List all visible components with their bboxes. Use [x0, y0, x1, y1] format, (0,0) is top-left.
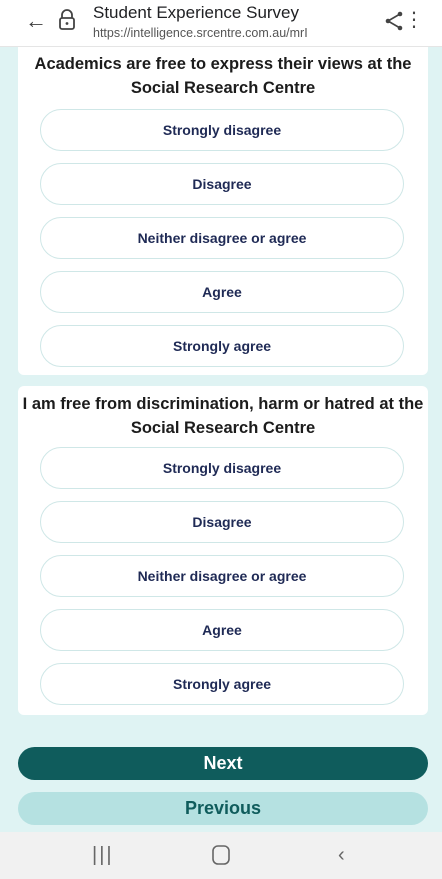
question-text: Academics are free to express their view…: [34, 55, 412, 97]
previous-button[interactable]: Previous: [18, 792, 428, 825]
share-icon[interactable]: [383, 10, 405, 32]
system-nav-bar: ||| ‹: [0, 832, 442, 879]
option-strongly-disagree[interactable]: Strongly disagree: [40, 109, 404, 151]
option-strongly-agree[interactable]: Strongly agree: [40, 325, 404, 367]
option-disagree[interactable]: Disagree: [40, 163, 404, 205]
url-bar[interactable]: https://intelligence.srcentre.com.au/mrI: [93, 26, 346, 40]
browser-toolbar: ← Student Experience Survey https://inte…: [0, 0, 442, 47]
lock-icon[interactable]: [57, 8, 77, 32]
back-arrow-icon[interactable]: ←: [25, 10, 47, 32]
option-neither[interactable]: Neither disagree or agree: [40, 217, 404, 259]
question-card-1: Academics are free to express their view…: [18, 47, 428, 375]
option-neither[interactable]: Neither disagree or agree: [40, 555, 404, 597]
more-vert-icon[interactable]: ⋮: [404, 8, 424, 32]
option-strongly-agree[interactable]: Strongly agree: [40, 663, 404, 705]
option-agree[interactable]: Agree: [40, 609, 404, 651]
next-button[interactable]: Next: [18, 747, 428, 780]
nav-back-icon[interactable]: ‹: [338, 844, 345, 866]
option-strongly-disagree[interactable]: Strongly disagree: [40, 447, 404, 489]
question-text: I am free from discrimination, harm or h…: [22, 395, 424, 437]
home-icon[interactable]: [212, 845, 230, 870]
page-title: Student Experience Survey: [93, 3, 300, 22]
recents-icon[interactable]: |||: [92, 844, 114, 866]
option-agree[interactable]: Agree: [40, 271, 404, 313]
question-card-2: I am free from discrimination, harm or h…: [18, 386, 428, 715]
option-disagree[interactable]: Disagree: [40, 501, 404, 543]
